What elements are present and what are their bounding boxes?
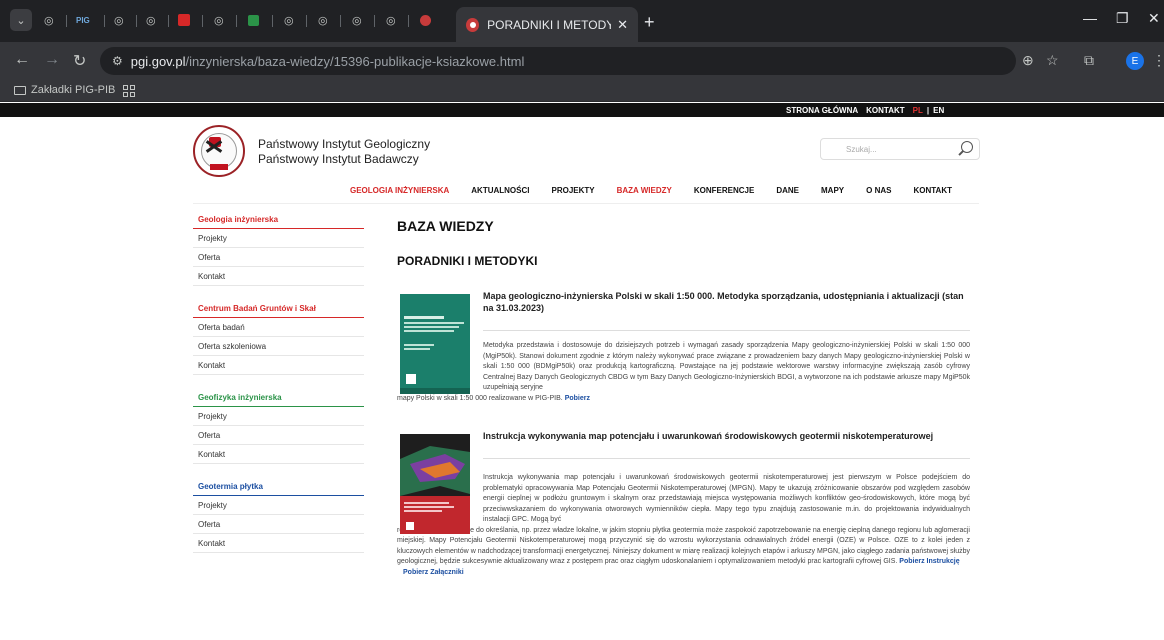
pinned-tab-red-icon[interactable]	[178, 9, 190, 31]
publication-title[interactable]: Instrukcja wykonywania map potencjału i …	[483, 430, 970, 442]
top-link-contact[interactable]: KONTAKT	[866, 106, 905, 115]
top-link-home[interactable]: STRONA GŁÓWNA	[786, 106, 858, 115]
zoom-icon[interactable]: ⊕	[1022, 52, 1034, 69]
sidebar-item-kontakt[interactable]: Kontakt	[193, 445, 364, 464]
publication-title[interactable]: Mapa geologiczno-inżynierska Polski w sk…	[483, 290, 970, 314]
nav-geologia-inzynierska[interactable]: GEOLOGIA INŻYNIERSKA	[350, 186, 449, 195]
sidebar-item-kontakt[interactable]: Kontakt	[193, 356, 364, 375]
profile-avatar[interactable]: E	[1126, 52, 1144, 70]
maximize-icon[interactable]: ❐	[1116, 10, 1129, 27]
active-tab-title: PORADNIKI I METODYKI - Państ	[487, 17, 612, 32]
sidebar-heading-centrum[interactable]: Centrum Badań Gruntów i Skał	[193, 299, 364, 318]
publication-description: Metodyka przedstawia i dostosowuje do dz…	[397, 341, 970, 404]
back-icon[interactable]: ←	[14, 51, 30, 69]
pinned-tab-icon[interactable]: ◎	[284, 9, 294, 31]
sidebar-item-projekty[interactable]: Projekty	[193, 229, 364, 248]
address-bar[interactable]: ⚙ pgi.gov.pl/inzynierska/baza-wiedzy/153…	[100, 47, 1016, 75]
sidebar-item-oferta[interactable]: Oferta	[193, 426, 364, 445]
pinned-tab-icon[interactable]: ◎	[214, 9, 224, 31]
reload-icon[interactable]: ↻	[73, 51, 86, 71]
sidebar-item-projekty[interactable]: Projekty	[193, 496, 364, 515]
lang-separator: |	[926, 105, 930, 115]
browser-toolbar: ← → ↻ ⚙ pgi.gov.pl/inzynierska/baza-wied…	[0, 42, 1164, 80]
top-utility-menu: STRONA GŁÓWNA KONTAKT PL | EN	[786, 103, 952, 117]
menu-kebab-icon[interactable]: ⋮	[1152, 52, 1164, 69]
url-host: pgi.gov.pl	[130, 53, 186, 69]
sidebar-item-oferta-badan[interactable]: Oferta badań	[193, 318, 364, 337]
bookmark-folder-label: Zakładki PIG-PIB	[31, 84, 116, 96]
lang-en[interactable]: EN	[933, 106, 944, 115]
search-input[interactable]	[820, 138, 980, 160]
nav-aktualnosci[interactable]: AKTUALNOŚCI	[471, 186, 529, 195]
main-content: BAZA WIEDZY PORADNIKI I METODYKI Mapa ge…	[397, 218, 970, 578]
nav-mapy[interactable]: MAPY	[821, 186, 844, 195]
lang-pl[interactable]: PL	[913, 106, 923, 115]
page-title: BAZA WIEDZY	[397, 218, 494, 234]
forward-icon[interactable]: →	[44, 51, 60, 69]
sidebar-item-projekty[interactable]: Projekty	[193, 407, 364, 426]
pinned-tab-icon[interactable]: ◎	[44, 9, 54, 31]
pinned-tab-icon[interactable]: ◎	[114, 9, 124, 31]
bookmarks-bar: Zakładki PIG-PIB	[0, 80, 1164, 102]
publication-description-rest: również wykorzystywane do określania, np…	[397, 526, 970, 566]
publication-cover-image[interactable]	[400, 294, 470, 394]
site-info-icon[interactable]: ⚙	[112, 54, 123, 68]
nav-dane[interactable]: DANE	[776, 186, 799, 195]
minimize-icon[interactable]: —	[1083, 10, 1097, 26]
nav-projekty[interactable]: PROJEKTY	[551, 186, 594, 195]
sidebar-item-oferta-szkoleniowa[interactable]: Oferta szkoleniowa	[193, 337, 364, 356]
sidebar-heading-geologia[interactable]: Geologia inżynierska	[193, 210, 364, 229]
pinned-tab-icon[interactable]: ◎	[146, 9, 156, 31]
nav-konferencje[interactable]: KONFERENCJE	[694, 186, 754, 195]
active-tab[interactable]: PORADNIKI I METODYKI - Państ ✕	[456, 7, 638, 42]
publication-description-rest: mapy Polski w skali 1:50 000 realizowane…	[397, 394, 563, 402]
publication-description-first: Metodyka przedstawia i dostosowuje do dz…	[483, 342, 970, 391]
institute-name-line2: Państwowy Instytut Badawczy	[258, 152, 419, 166]
sidebar-heading-geofizyka[interactable]: Geofizyka inżynierska	[193, 388, 364, 407]
pinned-tab-icon[interactable]: ◎	[386, 9, 396, 31]
pinned-tab-pig[interactable]: PIG	[76, 9, 90, 31]
publication-description-first: Instrukcja wykonywania map potencjału i …	[483, 474, 970, 523]
pinned-tab-icon[interactable]	[420, 9, 431, 31]
site-favicon-icon	[466, 17, 480, 32]
publication-item: Instrukcja wykonywania map potencjału i …	[397, 430, 970, 578]
apps-grid-icon[interactable]	[123, 85, 135, 97]
site-search	[820, 138, 980, 160]
bookmark-folder[interactable]: Zakładki PIG-PIB	[14, 84, 115, 96]
sidebar: Geologia inżynierska Projekty Oferta Kon…	[193, 210, 364, 553]
section-title: PORADNIKI I METODYKI	[397, 254, 538, 268]
close-tab-icon[interactable]: ✕	[617, 17, 628, 33]
institute-name[interactable]: Państwowy Instytut Geologiczny Państwowy…	[258, 137, 430, 167]
nav-o-nas[interactable]: O NAS	[866, 186, 891, 195]
sidebar-item-kontakt[interactable]: Kontakt	[193, 267, 364, 286]
bookmark-star-icon[interactable]: ☆	[1046, 52, 1059, 69]
pinned-tab-icon[interactable]: ◎	[352, 9, 362, 31]
sidebar-heading-geotermia[interactable]: Geotermia płytka	[193, 477, 364, 496]
sidebar-item-oferta[interactable]: Oferta	[193, 248, 364, 267]
institute-logo[interactable]	[193, 125, 245, 177]
main-navigation: GEOLOGIA INŻYNIERSKA AKTUALNOŚCI PROJEKT…	[350, 186, 952, 195]
nav-kontakt[interactable]: KONTAKT	[913, 186, 952, 195]
browser-tab-bar: ⌄ ◎ PIG ◎ ◎ ◎ ◎ ◎ ◎ ◎ PORADNIKI I METODY…	[0, 0, 1164, 42]
extensions-icon[interactable]: ⧉	[1084, 52, 1094, 69]
url-path: /inzynierska/baza-wiedzy/15396-publikacj…	[185, 53, 525, 69]
folder-icon	[14, 85, 26, 95]
download-instruction-link[interactable]: Pobierz Instrukcję	[899, 558, 959, 565]
sidebar-item-oferta[interactable]: Oferta	[193, 515, 364, 534]
top-utility-strip	[0, 103, 1164, 117]
publication-cover-image[interactable]	[400, 434, 470, 534]
download-link[interactable]: Pobierz	[565, 395, 590, 402]
institute-name-line1: Państwowy Instytut Geologiczny	[258, 137, 431, 151]
publication-item: Mapa geologiczno-inżynierska Polski w sk…	[397, 290, 970, 404]
close-window-icon[interactable]: ✕	[1148, 10, 1160, 27]
pinned-tab-green-icon[interactable]	[248, 9, 259, 31]
new-tab-icon[interactable]: +	[644, 12, 655, 33]
publication-description: Instrukcja wykonywania map potencjału i …	[397, 473, 970, 578]
search-icon[interactable]	[961, 141, 973, 153]
sidebar-item-kontakt[interactable]: Kontakt	[193, 534, 364, 553]
download-attachments-link[interactable]: Pobierz Załączniki	[403, 569, 464, 576]
pinned-tab-icon[interactable]: ◎	[318, 9, 328, 31]
tab-search-icon[interactable]: ⌄	[10, 9, 32, 31]
nav-baza-wiedzy[interactable]: BAZA WIEDZY	[617, 186, 672, 195]
